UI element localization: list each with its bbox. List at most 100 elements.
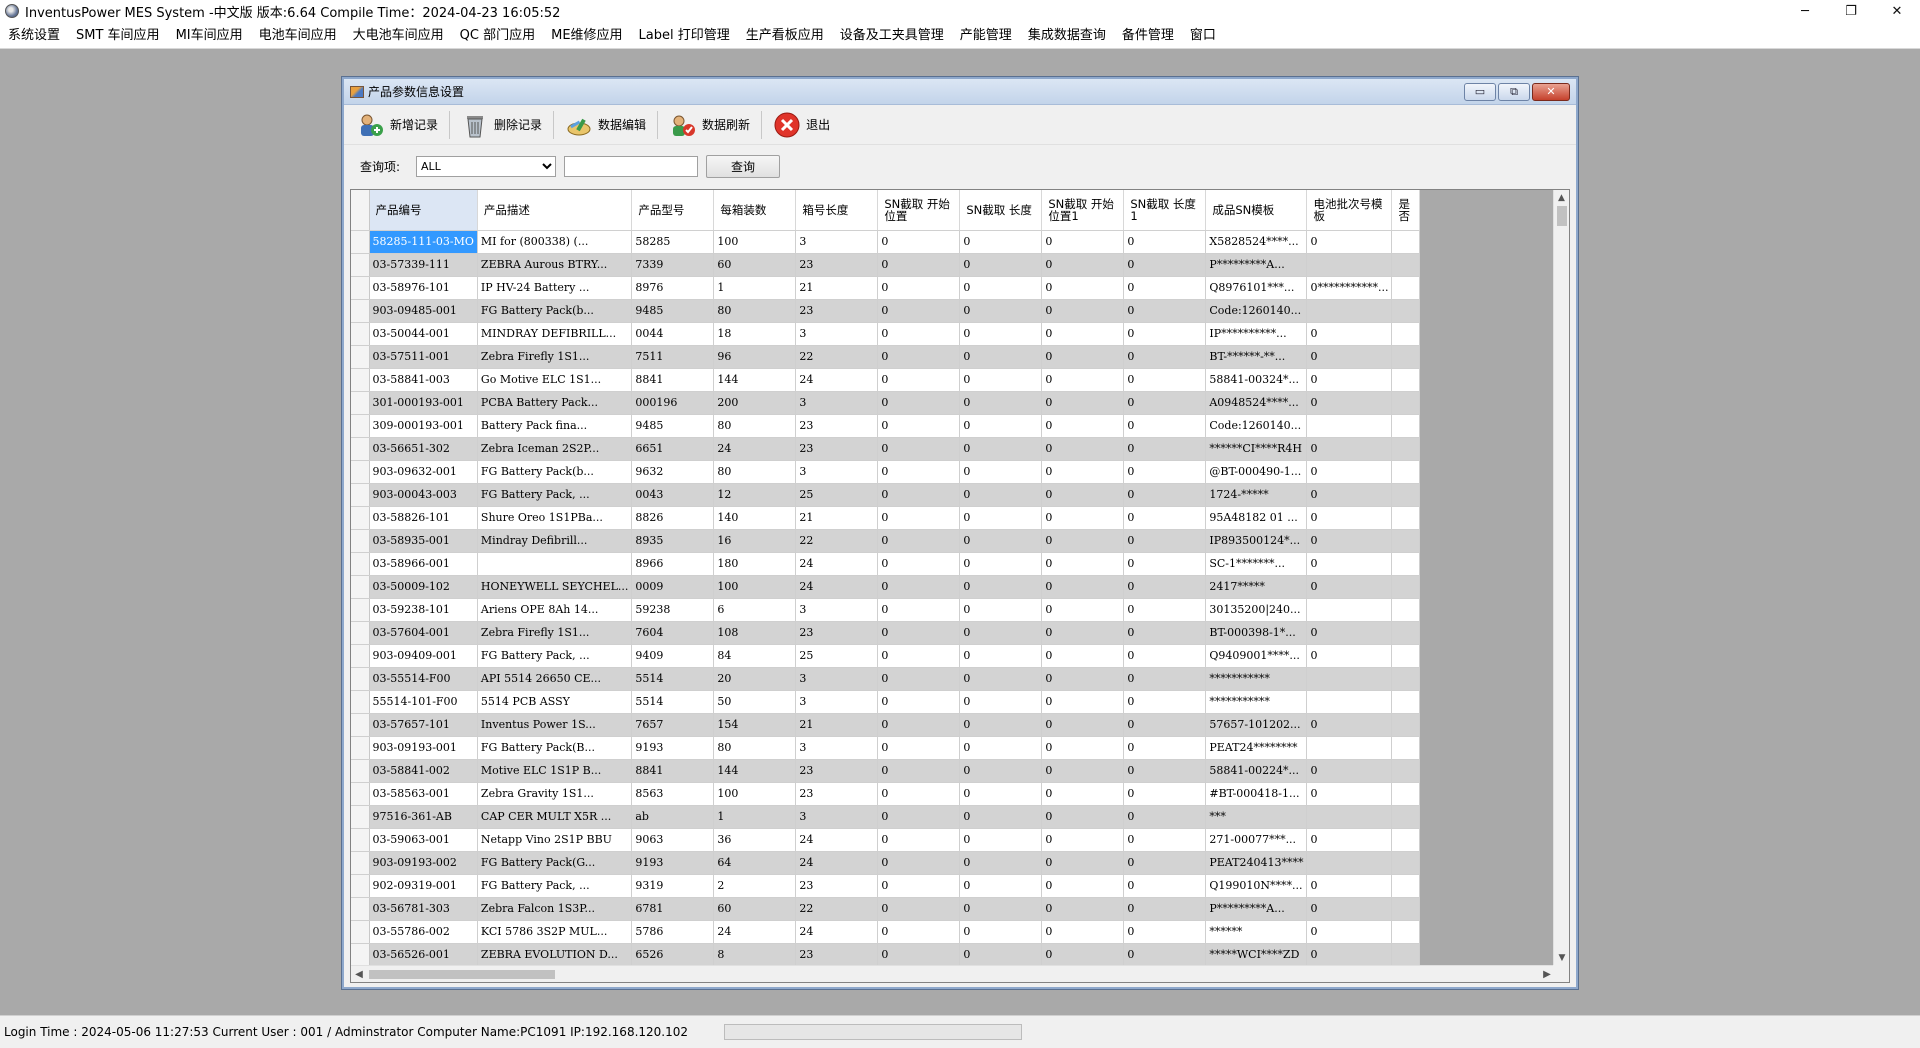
table-cell[interactable]: 144 — [713, 368, 797, 392]
table-cell[interactable]: 0 — [1041, 598, 1125, 622]
table-cell[interactable] — [1391, 828, 1421, 852]
table-cell[interactable]: 8966 — [631, 552, 715, 576]
table-row[interactable]: 03-57339-111 ZEBRA Aurous BTRY... 7339 60 23… — [351, 253, 1421, 277]
table-cell[interactable]: 8841 — [631, 759, 715, 783]
table-cell[interactable]: 12 — [713, 483, 797, 507]
table-cell[interactable]: 0 — [877, 253, 961, 277]
table-cell[interactable]: 0 — [1041, 414, 1125, 438]
table-cell[interactable]: 21 — [795, 506, 879, 530]
row-header[interactable] — [351, 644, 370, 668]
table-cell[interactable]: 903-09193-002 — [369, 851, 478, 875]
table-cell[interactable] — [1391, 299, 1421, 323]
table-cell[interactable] — [1306, 299, 1393, 323]
table-cell[interactable]: 03-57511-001 — [369, 345, 478, 369]
table-cell[interactable]: 80 — [713, 460, 797, 484]
table-cell[interactable]: 0 — [959, 483, 1043, 507]
table-cell[interactable]: 903-09409-001 — [369, 644, 478, 668]
table-cell[interactable]: 000196 — [631, 391, 715, 415]
table-cell[interactable]: 0 — [1123, 943, 1207, 966]
table-cell[interactable] — [1391, 460, 1421, 484]
table-cell[interactable] — [1391, 253, 1421, 277]
table-row[interactable]: 03-50009-102 HONEYWELL SEYCHEL... 0009 100 2… — [351, 575, 1421, 599]
table-cell[interactable]: 23 — [795, 299, 879, 323]
table-cell[interactable]: 9632 — [631, 460, 715, 484]
table-cell[interactable]: 309-000193-001 — [369, 414, 478, 438]
table-cell[interactable]: 16 — [713, 529, 797, 553]
table-cell[interactable] — [1306, 690, 1393, 714]
table-cell[interactable]: 0 — [1123, 414, 1207, 438]
table-cell[interactable]: 03-58841-002 — [369, 759, 478, 783]
table-cell[interactable]: 5786 — [631, 920, 715, 944]
table-cell[interactable]: 21 — [795, 713, 879, 737]
table-cell[interactable]: 0 — [1123, 897, 1207, 921]
table-cell[interactable]: Netapp Vino 2S1P BBU — [477, 828, 633, 852]
table-cell[interactable]: 23 — [795, 874, 879, 898]
table-cell[interactable]: 144 — [713, 759, 797, 783]
table-cell[interactable]: 9063 — [631, 828, 715, 852]
table-cell[interactable]: 23 — [795, 621, 879, 645]
table-cell[interactable]: 25 — [795, 483, 879, 507]
table-cell[interactable]: 24 — [713, 437, 797, 461]
table-cell[interactable]: 0 — [1041, 851, 1125, 875]
table-row[interactable]: 97516-361-AB CAP CER MULT X5R ... ab 1 3 0 0 0 0… — [351, 805, 1421, 829]
table-row[interactable]: 03-59238-101 Ariens OPE 8Ah 14... 59238 6 3 0… — [351, 598, 1421, 622]
column-header[interactable]: SN截取 开始位置1 — [1041, 190, 1125, 231]
table-cell[interactable]: P*********A... — [1205, 253, 1308, 277]
table-cell[interactable]: 0 — [1041, 667, 1125, 691]
table-cell[interactable]: 03-56526-001 — [369, 943, 478, 966]
table-cell[interactable]: 0 — [1123, 667, 1207, 691]
row-header[interactable] — [351, 828, 370, 852]
table-cell[interactable]: 0 — [1041, 828, 1125, 852]
table-cell[interactable]: 03-57604-001 — [369, 621, 478, 645]
table-cell[interactable]: 0 — [877, 368, 961, 392]
table-cell[interactable]: 0 — [877, 345, 961, 369]
table-cell[interactable]: 03-55514-F00 — [369, 667, 478, 691]
child-minimize-button[interactable]: ▭ — [1464, 82, 1496, 101]
table-cell[interactable]: 03-50044-001 — [369, 322, 478, 346]
row-header[interactable] — [351, 736, 370, 760]
table-cell[interactable]: 903-09193-001 — [369, 736, 478, 760]
table-cell[interactable]: 0 — [1123, 851, 1207, 875]
table-cell[interactable]: 03-57657-101 — [369, 713, 478, 737]
table-cell[interactable]: *********** — [1205, 667, 1308, 691]
table-cell[interactable]: 3 — [795, 230, 879, 254]
table-cell[interactable]: 0 — [959, 897, 1043, 921]
table-cell[interactable]: 0 — [1123, 230, 1207, 254]
table-cell[interactable]: 0 — [1041, 529, 1125, 553]
table-cell[interactable]: 0 — [1306, 437, 1393, 461]
table-cell[interactable]: 0 — [877, 920, 961, 944]
table-cell[interactable] — [1391, 483, 1421, 507]
table-row[interactable]: 03-57657-101 Inventus Power 1S... 7657 154 2… — [351, 713, 1421, 737]
table-cell[interactable] — [1391, 345, 1421, 369]
table-cell[interactable]: BT-******-**... — [1205, 345, 1308, 369]
table-cell[interactable]: 03-58966-001 — [369, 552, 478, 576]
table-cell[interactable] — [1391, 414, 1421, 438]
table-cell[interactable]: 03-57339-111 — [369, 253, 478, 277]
table-cell[interactable]: 0 — [1041, 391, 1125, 415]
row-header[interactable] — [351, 851, 370, 875]
table-cell[interactable]: 0 — [1306, 460, 1393, 484]
query-button[interactable]: 查询 — [706, 154, 780, 178]
table-cell[interactable]: 0 — [1123, 368, 1207, 392]
table-cell[interactable] — [1391, 943, 1421, 966]
column-header[interactable]: 产品型号 — [631, 190, 715, 231]
table-row[interactable]: 58285-111-03-MO MI for (800338) (... 58285… — [351, 230, 1421, 254]
table-cell[interactable]: 8935 — [631, 529, 715, 553]
table-cell[interactable]: 0 — [877, 736, 961, 760]
table-cell[interactable]: 80 — [713, 299, 797, 323]
menu-capacity[interactable]: 产能管理 — [952, 22, 1020, 49]
table-cell[interactable] — [1391, 897, 1421, 921]
table-cell[interactable]: 903-00043-003 — [369, 483, 478, 507]
table-cell[interactable]: *** — [1205, 805, 1308, 829]
table-cell[interactable]: IP HV-24 Battery ... — [477, 276, 633, 300]
table-cell[interactable]: 95A48182 01 ... — [1205, 506, 1308, 530]
table-cell[interactable]: 23 — [795, 253, 879, 277]
table-cell[interactable]: 0 — [877, 805, 961, 829]
table-cell[interactable]: FG Battery Pack, ... — [477, 644, 633, 668]
table-row[interactable]: 03-58935-001 Mindray Defibrill... 8935 16 22… — [351, 529, 1421, 553]
child-close-button[interactable]: ✕ — [1532, 82, 1570, 101]
column-header[interactable]: SN截取 长度 — [959, 190, 1043, 231]
table-row[interactable]: 903-09193-002 FG Battery Pack(G... 9193 64 2… — [351, 851, 1421, 875]
vertical-scroll-thumb[interactable] — [1557, 206, 1567, 226]
table-cell[interactable]: 0 — [959, 782, 1043, 806]
